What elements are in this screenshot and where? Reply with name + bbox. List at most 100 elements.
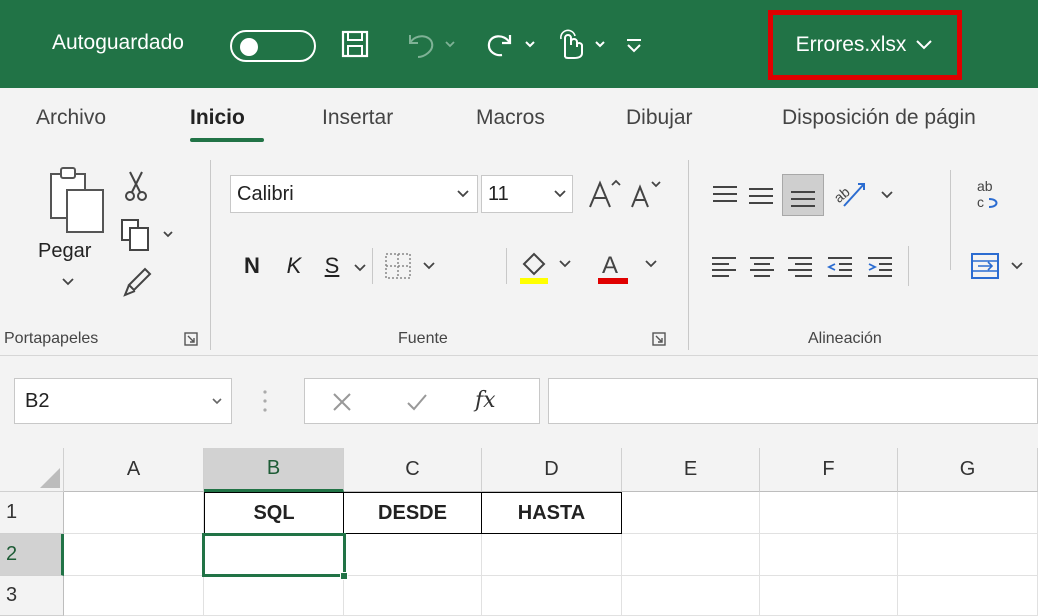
svg-text:ab: ab <box>977 178 993 194</box>
paste-label[interactable]: Pegar <box>38 240 91 263</box>
toggle-knob <box>240 38 258 56</box>
fill-handle[interactable] <box>340 572 348 580</box>
clipboard-group-label: Portapapeles <box>4 330 99 347</box>
cell-d2[interactable] <box>482 534 622 576</box>
cancel-icon[interactable] <box>331 391 353 413</box>
formula-bar: B2 fx <box>0 356 1038 448</box>
autosave-toggle[interactable] <box>230 30 316 62</box>
align-bottom-icon[interactable] <box>782 174 824 216</box>
cell-f2[interactable] <box>760 534 898 576</box>
cell-e2[interactable] <box>622 534 760 576</box>
formula-input[interactable] <box>548 378 1038 424</box>
increase-indent-icon[interactable] <box>862 250 898 282</box>
align-center-icon[interactable] <box>744 250 780 282</box>
column-header-c[interactable]: C <box>344 448 482 492</box>
paste-chevron-icon[interactable] <box>60 276 76 288</box>
cut-icon[interactable] <box>118 168 154 204</box>
fill-color-icon[interactable] <box>514 246 578 288</box>
merge-center-icon[interactable] <box>968 248 1032 284</box>
row-header-2[interactable]: 2 <box>0 534 64 576</box>
cell-f3[interactable] <box>760 576 898 616</box>
font-name-chevron-icon[interactable] <box>455 188 471 200</box>
bold-button[interactable]: N <box>238 248 266 284</box>
align-top-icon[interactable] <box>708 178 742 212</box>
cell-g3[interactable] <box>898 576 1038 616</box>
customize-qat-icon[interactable] <box>620 26 648 62</box>
touch-mode-icon[interactable] <box>556 26 614 62</box>
wrap-text-icon[interactable]: ab c <box>968 174 1008 214</box>
formula-buttons: fx <box>304 378 540 424</box>
tab-disposicion[interactable]: Disposición de págin <box>782 106 976 130</box>
title-bar: Autoguardado Errores.xlsx <box>0 0 1038 88</box>
column-header-d[interactable]: D <box>482 448 622 492</box>
cell-a3[interactable] <box>64 576 204 616</box>
decrease-indent-icon[interactable] <box>822 250 858 282</box>
borders-icon[interactable] <box>382 248 442 284</box>
align-middle-icon[interactable] <box>744 178 778 212</box>
cell-b3[interactable] <box>204 576 344 616</box>
insert-function-icon[interactable]: fx <box>475 388 496 413</box>
tab-inicio[interactable]: Inicio <box>190 106 245 130</box>
group-separator <box>210 160 211 350</box>
row-header-1[interactable]: 1 <box>0 492 64 534</box>
increase-font-size-icon[interactable] <box>584 174 624 214</box>
cell-g1[interactable] <box>898 492 1038 534</box>
divider <box>506 248 507 284</box>
cell-d3[interactable] <box>482 576 622 616</box>
column-header-f[interactable]: F <box>760 448 898 492</box>
italic-button[interactable]: K <box>280 248 308 284</box>
cell-c1[interactable]: DESDE <box>343 492 482 534</box>
tab-macros[interactable]: Macros <box>476 106 545 130</box>
select-all-icon <box>40 468 60 488</box>
column-header-e[interactable]: E <box>622 448 760 492</box>
cell-a1[interactable] <box>64 492 204 534</box>
cell-f1[interactable] <box>760 492 898 534</box>
column-header-b[interactable]: B <box>204 448 344 492</box>
decrease-font-size-icon[interactable] <box>626 174 666 214</box>
select-all-corner[interactable] <box>0 448 64 492</box>
paste-icon[interactable] <box>40 162 110 236</box>
formula-bar-grip-icon[interactable] <box>262 388 268 414</box>
cell-g2[interactable] <box>898 534 1038 576</box>
row-header-3[interactable]: 3 <box>0 576 64 616</box>
font-size-chevron-icon[interactable] <box>552 188 568 200</box>
cell-d1[interactable]: HASTA <box>481 492 622 534</box>
underline-button[interactable]: S <box>318 248 346 284</box>
orientation-icon[interactable]: ab <box>830 174 904 214</box>
group-separator <box>688 160 689 350</box>
font-color-icon[interactable]: A <box>592 246 666 288</box>
name-box[interactable]: B2 <box>14 378 232 424</box>
cell-c2[interactable] <box>344 534 482 576</box>
underline-chevron-icon[interactable] <box>352 262 368 274</box>
clipboard-launcher-icon[interactable] <box>184 332 198 349</box>
tab-insertar[interactable]: Insertar <box>322 106 393 130</box>
column-header-g[interactable]: G <box>898 448 1038 492</box>
align-left-icon[interactable] <box>706 250 742 282</box>
cell-b1[interactable]: SQL <box>204 492 344 534</box>
ribbon: Pegar Portapapeles Calibri 11 N K S A Fu… <box>0 150 1038 356</box>
font-name-select[interactable]: Calibri <box>230 175 478 213</box>
cell-a2[interactable] <box>64 534 204 576</box>
format-painter-icon[interactable] <box>120 262 156 302</box>
copy-icon[interactable] <box>116 214 180 254</box>
save-icon[interactable] <box>340 26 370 62</box>
tab-dibujar[interactable]: Dibujar <box>626 106 693 130</box>
cell-e1[interactable] <box>622 492 760 534</box>
cell-e3[interactable] <box>622 576 760 616</box>
active-cell-border <box>202 533 346 577</box>
name-box-chevron-icon[interactable] <box>210 396 224 406</box>
enter-icon[interactable] <box>405 391 429 413</box>
redo-icon[interactable] <box>486 26 544 62</box>
ribbon-tabs: Archivo Inicio Insertar Macros Dibujar D… <box>0 88 1038 150</box>
font-launcher-icon[interactable] <box>652 332 666 349</box>
group-separator <box>950 170 951 270</box>
undo-icon[interactable] <box>404 26 458 62</box>
cell-c3[interactable] <box>344 576 482 616</box>
align-right-icon[interactable] <box>782 250 818 282</box>
spreadsheet-grid: A B C D E F G 1 2 3 SQL DESDE HASTA <box>0 448 1038 616</box>
font-color-letter: A <box>602 252 618 279</box>
divider <box>372 248 373 284</box>
filename-highlight[interactable]: Errores.xlsx <box>768 10 962 80</box>
column-header-a[interactable]: A <box>64 448 204 492</box>
tab-archivo[interactable]: Archivo <box>36 106 106 130</box>
